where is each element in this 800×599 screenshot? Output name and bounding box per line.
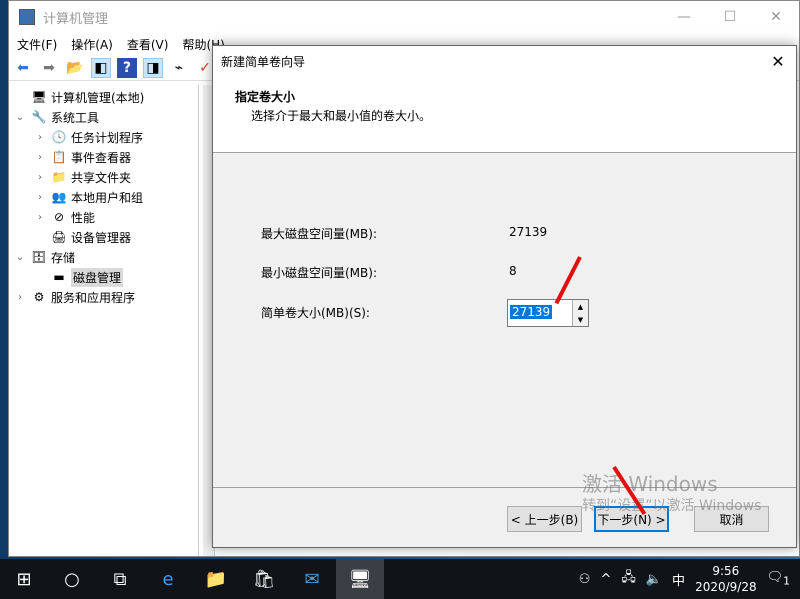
tree-node-label: 事件查看器 bbox=[71, 149, 131, 166]
node-icon: 🗄 bbox=[31, 249, 47, 265]
show-hide-action-pane-icon[interactable]: ◨ bbox=[143, 58, 163, 78]
people-icon[interactable]: ⚇ bbox=[579, 572, 591, 587]
node-icon: ▬ bbox=[51, 269, 67, 285]
expand-chevron-icon[interactable]: › bbox=[33, 152, 47, 163]
expand-chevron-icon[interactable]: › bbox=[33, 212, 47, 223]
maximize-button[interactable]: ☐ bbox=[707, 1, 753, 33]
node-icon: ⊘ bbox=[51, 209, 67, 225]
tree-node-label: 本地用户和组 bbox=[71, 189, 143, 206]
up-folder-icon[interactable]: 📂 bbox=[65, 58, 85, 78]
tree-node-label: 共享文件夹 bbox=[71, 169, 131, 186]
node-icon: 🕓 bbox=[51, 129, 67, 145]
tree-node-label: 存储 bbox=[51, 249, 75, 266]
node-icon: 📁 bbox=[51, 169, 67, 185]
tree-node-label: 服务和应用程序 bbox=[51, 289, 135, 306]
min-space-value: 8 bbox=[509, 264, 517, 278]
dialog-close-button[interactable]: ✕ bbox=[760, 46, 796, 76]
menu-file[interactable]: 文件(F) bbox=[17, 36, 57, 53]
network-icon[interactable]: 🖧 bbox=[621, 568, 636, 590]
notification-count: 1 bbox=[783, 575, 790, 588]
wizard-header: 指定卷大小 选择介于最大和最小值的卷大小。 bbox=[213, 76, 796, 153]
tree-node-label: 系统工具 bbox=[51, 109, 99, 126]
show-hide-tree-icon[interactable]: ◧ bbox=[91, 58, 111, 78]
dialog-title: 新建简单卷向导 bbox=[221, 53, 305, 70]
show-hidden-icons[interactable]: ^ bbox=[600, 572, 611, 587]
activation-watermark-text: 转到“设置”以激活 Windows bbox=[582, 495, 761, 515]
console-tree: 🖥计算机管理(本地) ⌄ 🔧系统工具 › 🕓任务计划程序 › 📋事件查看器 › 📁共享文件夹 › 👥… bbox=[9, 85, 199, 556]
ime-indicator[interactable]: 中 bbox=[672, 570, 685, 589]
max-space-label: 最大磁盘空间量(MB): bbox=[261, 225, 377, 242]
system-tray: ⚇ ^ 🖧 🔈 中 9:56 2020/9/28 🗨1 bbox=[579, 559, 800, 599]
node-icon: 👥 bbox=[51, 189, 67, 205]
computer-management-taskbar-icon[interactable]: 🖥 bbox=[336, 559, 384, 599]
tree-node[interactable]: › 🕓任务计划程序 bbox=[9, 127, 198, 147]
window-title: 计算机管理 bbox=[43, 8, 108, 27]
forward-icon[interactable]: ➡ bbox=[39, 58, 59, 78]
tree-node[interactable]: ⌄ 🗄存储 bbox=[9, 247, 198, 267]
connect-icon[interactable]: ⌁ bbox=[169, 58, 189, 78]
time: 9:56 bbox=[695, 563, 757, 579]
node-icon: 📋 bbox=[51, 149, 67, 165]
clock[interactable]: 9:56 2020/9/28 bbox=[695, 563, 757, 595]
tree-node[interactable]: ⌄ 🔧系统工具 bbox=[9, 107, 198, 127]
expand-chevron-icon[interactable]: ⌄ bbox=[13, 252, 27, 263]
tree-node[interactable]: 🖥计算机管理(本地) bbox=[9, 87, 198, 107]
search-icon[interactable]: ○ bbox=[48, 559, 96, 599]
edge-icon[interactable]: e bbox=[144, 559, 192, 599]
node-icon: 🖥 bbox=[31, 89, 47, 105]
node-icon: ⚙ bbox=[31, 289, 47, 305]
expand-chevron-icon[interactable]: › bbox=[33, 132, 47, 143]
tree-node[interactable]: › 👥本地用户和组 bbox=[9, 187, 198, 207]
tree-node[interactable]: › ⊘性能 bbox=[9, 207, 198, 227]
node-icon: 🖨 bbox=[51, 229, 67, 245]
computer-icon bbox=[19, 9, 35, 25]
tree-node-label: 磁盘管理 bbox=[71, 268, 123, 287]
action-center-icon[interactable]: 🗨1 bbox=[767, 570, 790, 588]
expand-chevron-icon[interactable]: › bbox=[33, 192, 47, 203]
tree-node-label: 任务计划程序 bbox=[71, 129, 143, 146]
activation-watermark-title: 激活 Windows bbox=[582, 468, 718, 497]
tree-node-label: 性能 bbox=[71, 209, 95, 226]
back-button[interactable]: < 上一步(B) bbox=[507, 506, 582, 532]
close-button[interactable]: ✕ bbox=[753, 1, 799, 33]
help-icon[interactable]: ? bbox=[117, 58, 137, 78]
expand-chevron-icon[interactable]: › bbox=[13, 292, 27, 303]
file-explorer-icon[interactable]: 📁 bbox=[192, 559, 240, 599]
tree-node-label: 设备管理器 bbox=[71, 229, 131, 246]
volume-size-spinner[interactable]: 27139 ▲ ▼ bbox=[507, 299, 589, 327]
tree-node[interactable]: › 📁共享文件夹 bbox=[9, 167, 198, 187]
wizard-heading: 指定卷大小 bbox=[235, 88, 796, 105]
start-icon[interactable]: ⊞ bbox=[0, 559, 48, 599]
taskbar: ⊞ ○ ⧉ e 📁 🛍 ✉ 🖥 ⚇ ^ 🖧 🔈 中 9:56 2020/9/28… bbox=[0, 559, 800, 599]
expand-chevron-icon[interactable]: ⌄ bbox=[13, 112, 27, 123]
title-bar: 计算机管理 — ☐ ✕ bbox=[9, 1, 799, 33]
date: 2020/9/28 bbox=[695, 579, 757, 595]
store-icon[interactable]: 🛍 bbox=[240, 559, 288, 599]
tree-node[interactable]: ▬磁盘管理 bbox=[9, 267, 198, 287]
tree-node[interactable]: › 📋事件查看器 bbox=[9, 147, 198, 167]
back-icon[interactable]: ⬅ bbox=[13, 58, 33, 78]
spin-up-icon[interactable]: ▲ bbox=[572, 300, 588, 313]
node-icon: 🔧 bbox=[31, 109, 47, 125]
wizard-subheading: 选择介于最大和最小值的卷大小。 bbox=[235, 107, 796, 124]
max-space-value: 27139 bbox=[509, 225, 547, 239]
minimize-button[interactable]: — bbox=[661, 1, 707, 33]
task-view-icon[interactable]: ⧉ bbox=[96, 559, 144, 599]
tree-node[interactable]: 🖨设备管理器 bbox=[9, 227, 198, 247]
volume-size-input[interactable]: 27139 bbox=[510, 305, 552, 319]
dialog-title-bar: 新建简单卷向导 bbox=[213, 46, 796, 76]
mail-icon[interactable]: ✉ bbox=[288, 559, 336, 599]
menu-view[interactable]: 查看(V) bbox=[127, 36, 169, 53]
expand-chevron-icon[interactable]: › bbox=[33, 172, 47, 183]
tree-node-label: 计算机管理(本地) bbox=[51, 89, 144, 106]
tree-node[interactable]: › ⚙服务和应用程序 bbox=[9, 287, 198, 307]
min-space-label: 最小磁盘空间量(MB): bbox=[261, 264, 377, 281]
volume-size-label: 简单卷大小(MB)(S): bbox=[261, 304, 370, 321]
spin-down-icon[interactable]: ▼ bbox=[572, 313, 588, 326]
volume-icon[interactable]: 🔈 bbox=[646, 572, 662, 587]
menu-action[interactable]: 操作(A) bbox=[71, 36, 113, 53]
